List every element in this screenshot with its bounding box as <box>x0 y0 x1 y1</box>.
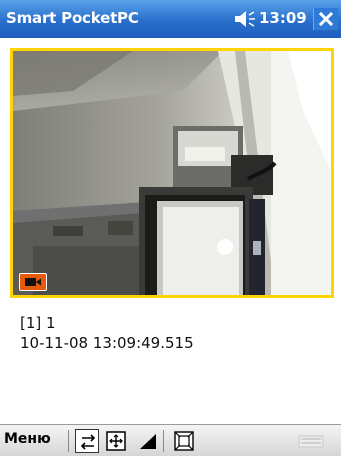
app-title: Smart PocketPC <box>6 9 139 27</box>
close-button[interactable] <box>313 8 338 30</box>
fullscreen-button[interactable] <box>172 429 196 453</box>
close-icon <box>318 11 334 27</box>
clock[interactable]: 13:09 <box>259 9 307 27</box>
speaker-icon[interactable] <box>234 10 256 28</box>
swap-arrows-icon <box>80 434 96 450</box>
channel-label: [1] 1 <box>20 314 56 332</box>
separator <box>68 430 69 452</box>
keyboard-button[interactable] <box>298 433 336 449</box>
timestamp-label: 10-11-08 13:09:49.515 <box>20 334 194 352</box>
signal-button[interactable] <box>136 429 160 453</box>
title-bar: Smart PocketPC 13:09 <box>0 0 341 38</box>
fit-window-icon <box>106 431 126 451</box>
fit-window-button[interactable] <box>104 429 128 453</box>
camera-image <box>13 51 331 295</box>
separator <box>163 430 164 452</box>
signal-icon <box>140 434 156 449</box>
keyboard-icon <box>298 435 335 448</box>
swap-button[interactable] <box>75 429 99 453</box>
stream-info: [1] 1 10-11-08 13:09:49.515 <box>20 313 194 353</box>
camera-icon[interactable] <box>19 273 47 291</box>
camera-view[interactable] <box>10 48 334 298</box>
fullscreen-icon <box>174 431 194 451</box>
menu-button[interactable]: Меню <box>4 431 51 447</box>
menu-bar: Меню <box>0 424 341 456</box>
